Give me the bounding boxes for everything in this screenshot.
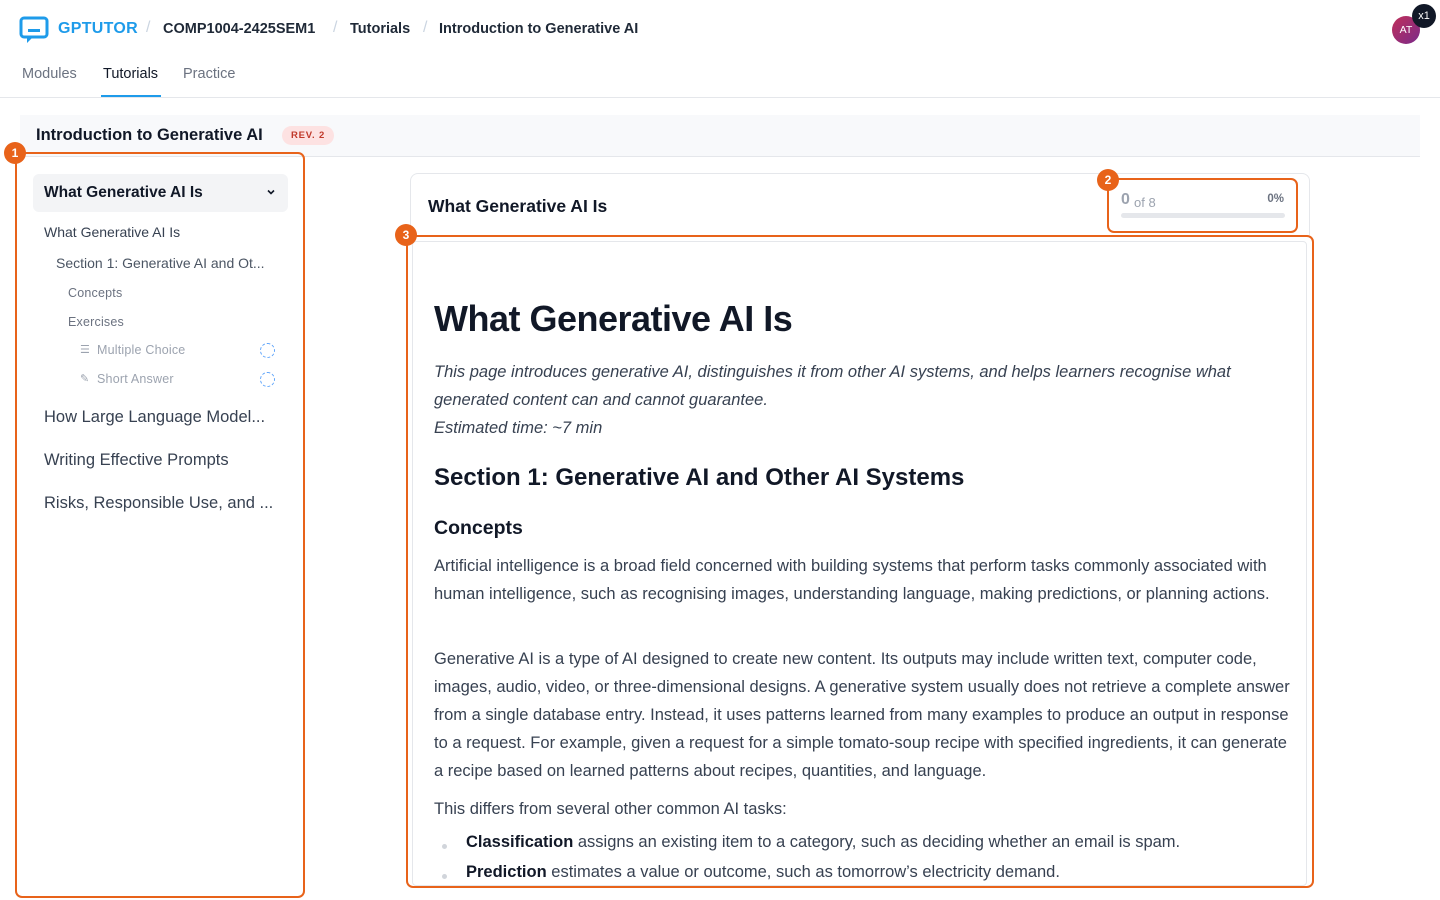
breadcrumb-course[interactable]: COMP1004-2425SEM1: [163, 21, 315, 37]
top-bar: GPTUTOR / COMP1004-2425SEM1 / Tutorials …: [0, 0, 1440, 60]
tutorial-sidebar: What Generative AI Is What Generative AI…: [15, 152, 305, 898]
page-title: Introduction to Generative AI: [36, 126, 263, 144]
content-intro: This page introduces generative AI, dist…: [434, 358, 1294, 442]
section-heading: Section 1: Generative AI and Other AI Sy…: [434, 464, 965, 491]
annotation-marker: 3: [395, 224, 417, 246]
bullet-term: Classification: [466, 833, 574, 851]
list-icon: ☰: [80, 344, 90, 356]
content-panel: What Generative AI Is This page introduc…: [406, 235, 1314, 888]
bullet-text: estimates a value or outcome, such as to…: [546, 863, 1060, 881]
breadcrumb-separator: /: [423, 19, 428, 36]
annotation-marker: 2: [1097, 169, 1119, 191]
breadcrumb-separator: /: [333, 19, 338, 36]
brand-name[interactable]: GPTUTOR: [58, 20, 138, 38]
content-title: What Generative AI Is: [434, 298, 793, 339]
content-header-title: What Generative AI Is: [428, 196, 608, 216]
active-tab-indicator: [101, 95, 161, 97]
sidebar-item-page[interactable]: Writing Effective Prompts: [44, 451, 276, 470]
intro-description: This page introduces generative AI, dist…: [434, 363, 1231, 409]
sidebar-item-section[interactable]: Section 1: Generative AI and Ot...: [56, 255, 276, 271]
pending-status-icon: [260, 343, 275, 358]
sidebar-page-header[interactable]: What Generative AI Is: [33, 174, 288, 212]
pending-status-icon: [260, 372, 275, 387]
tab-tutorials[interactable]: Tutorials: [103, 66, 158, 82]
sidebar-item-page[interactable]: Risks, Responsible Use, and ...: [44, 494, 276, 513]
progress-completed: 0: [1121, 191, 1130, 208]
chevron-down-icon[interactable]: [266, 187, 276, 197]
sidebar-item-concepts[interactable]: Concepts: [68, 286, 122, 300]
sidebar-item-short-answer[interactable]: Short Answer: [97, 372, 174, 386]
progress-total: of 8: [1134, 195, 1156, 210]
breadcrumb-current: Introduction to Generative AI: [439, 21, 639, 37]
bullet-dot: [442, 874, 447, 879]
tutorial-title-bar: Introduction to Generative AI REV. 2: [20, 115, 1420, 157]
concepts-heading: Concepts: [434, 517, 523, 539]
list-item: Classification assigns an existing item …: [466, 833, 1180, 852]
chat-logo-icon[interactable]: [19, 16, 49, 44]
tab-practice[interactable]: Practice: [183, 66, 235, 82]
sidebar-item-multiple-choice[interactable]: Multiple Choice: [97, 343, 185, 357]
tab-bar: Modules Tutorials Practice: [0, 60, 1440, 98]
intro-estimated-time: Estimated time: ~7 min: [434, 419, 603, 437]
sidebar-item-exercises[interactable]: Exercises: [68, 315, 124, 329]
sidebar-item-page[interactable]: What Generative AI Is: [44, 224, 180, 240]
list-item: Prediction estimates a value or outcome,…: [466, 863, 1060, 882]
bullet-term: Prediction: [466, 863, 547, 881]
pencil-icon: ✎: [80, 373, 90, 385]
content-body: What Generative AI Is This page introduc…: [412, 241, 1307, 886]
breadcrumb-separator: /: [146, 19, 151, 36]
sidebar-page-title: What Generative AI Is: [44, 184, 203, 201]
annotation-marker: 1: [4, 142, 26, 164]
breadcrumb-tutorials[interactable]: Tutorials: [350, 21, 410, 37]
bullet-text: assigns an existing item to a category, …: [573, 833, 1181, 851]
progress-bar: [1121, 213, 1285, 218]
bullet-dot: [442, 844, 447, 849]
sidebar-item-page[interactable]: How Large Language Model...: [44, 408, 276, 427]
paragraph: This differs from several other common A…: [434, 800, 787, 818]
progress-percent: 0%: [1267, 193, 1284, 205]
corner-badge[interactable]: x1: [1412, 4, 1436, 28]
progress-indicator: 0 of 8 0%: [1107, 178, 1298, 233]
paragraph: Artificial intelligence is a broad field…: [434, 557, 1270, 603]
paragraph: Generative AI is a type of AI designed t…: [434, 650, 1290, 780]
revision-badge: REV. 2: [282, 126, 335, 145]
tab-modules[interactable]: Modules: [22, 66, 77, 82]
